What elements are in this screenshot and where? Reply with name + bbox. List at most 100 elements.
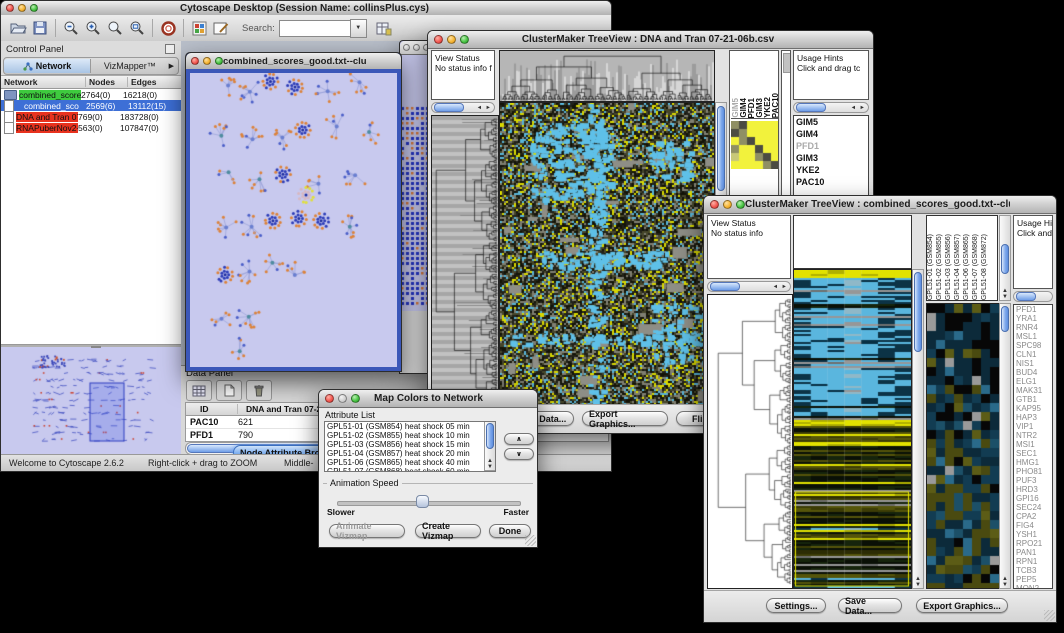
gene-label[interactable]: YRA1 [1014, 314, 1052, 323]
dialog-title-bar[interactable]: Map Colors to Network [319, 390, 537, 408]
treeview2-status-scrollbar[interactable]: ◄ ► [707, 281, 791, 292]
gene-label[interactable]: YSH1 [1014, 530, 1052, 539]
minimize-button[interactable] [203, 57, 211, 65]
minimize-button[interactable] [447, 35, 456, 44]
close-button[interactable] [434, 35, 443, 44]
network-row[interactable]: DNA and Tran 07 769(0) 183728(0) [1, 111, 181, 122]
attribute-list-item[interactable]: GPL51-06 (GSM865) heat shock 40 min [325, 458, 495, 467]
treeview2-zoom-slider[interactable] [1013, 291, 1053, 302]
gene-label[interactable]: PAC10 [794, 176, 868, 188]
zoom-button[interactable] [30, 4, 38, 12]
gene-label[interactable]: MSI1 [1014, 440, 1052, 449]
delete-attribute-button[interactable] [246, 380, 272, 401]
scroll-right-icon[interactable]: ► [782, 284, 788, 290]
close-button[interactable] [710, 200, 719, 209]
attribute-browser-toolbar-button[interactable] [373, 18, 395, 38]
open-session-button[interactable] [7, 18, 29, 38]
slider-left-icon[interactable]: ◄ [851, 105, 857, 111]
gene-label[interactable]: HRD3 [1014, 485, 1052, 494]
create-vizmap-button[interactable]: Create Vizmap [415, 524, 481, 538]
gene-label[interactable]: BUD4 [1014, 368, 1052, 377]
treeview2-heatmap[interactable] [793, 269, 912, 589]
vscrollbar-thumb[interactable] [1001, 244, 1009, 274]
column-nodes[interactable]: Nodes [86, 77, 128, 87]
zoom-out-button[interactable] [60, 18, 82, 38]
close-button[interactable] [325, 394, 334, 403]
minimize-button[interactable] [18, 4, 26, 12]
treeview2-title-bar[interactable]: ClusterMaker TreeView : combined_scores_… [704, 196, 1056, 214]
animation-speed-slider-track[interactable] [337, 501, 521, 506]
scroll-left-icon[interactable]: ◄ [773, 284, 779, 290]
search-input[interactable] [279, 20, 350, 37]
scrollbar-thumb[interactable] [434, 103, 464, 112]
scroll-left-icon[interactable]: ◄ [477, 105, 483, 111]
gene-label[interactable]: GIM3 [794, 152, 868, 164]
treeview1-column-dendrogram[interactable] [499, 50, 715, 102]
save-data-button[interactable]: Save Data... [838, 598, 902, 613]
gene-label[interactable]: KAP95 [1014, 404, 1052, 413]
gene-label[interactable]: NTR2 [1014, 431, 1052, 440]
gene-label[interactable]: CLN1 [1014, 350, 1052, 359]
zoom-in-button[interactable] [82, 18, 104, 38]
scroll-down-icon[interactable]: ▼ [915, 582, 921, 588]
thin-scrollbar-thumb[interactable] [783, 53, 791, 73]
gene-label[interactable]: VIP1 [1014, 422, 1052, 431]
vscrollbar-thumb[interactable] [486, 423, 494, 449]
float-panel-icon[interactable] [165, 44, 175, 54]
gene-label[interactable]: PFD1 [794, 140, 868, 152]
zoom-actual-button[interactable] [104, 18, 126, 38]
network-row[interactable]: RNAPuberNov2+ 563(0) 107847(0) [1, 122, 181, 133]
gene-label[interactable]: PEP5 [1014, 575, 1052, 584]
tab-network[interactable]: Network [4, 59, 91, 73]
close-button[interactable] [6, 4, 14, 12]
network-overview-canvas[interactable] [2, 349, 180, 453]
gene-label[interactable]: PHO81 [1014, 467, 1052, 476]
gene-label[interactable]: SEC24 [1014, 503, 1052, 512]
treeview1-zoom-slider[interactable]: ◄ ► [793, 102, 869, 113]
column-network[interactable]: Network [1, 77, 86, 87]
scroll-right-icon[interactable]: ► [486, 105, 492, 111]
vizmapper-button[interactable] [188, 18, 210, 38]
tab-vizmapper[interactable]: VizMapper™ [91, 61, 169, 71]
minimize-button[interactable] [413, 44, 420, 51]
slider-right-icon[interactable]: ► [860, 105, 866, 111]
scroll-down-icon[interactable]: ▼ [1002, 294, 1008, 300]
gene-label[interactable]: GIM4 [794, 128, 868, 140]
treeview1-title-bar[interactable]: ClusterMaker TreeView : DNA and Tran 07-… [428, 31, 873, 49]
column-id[interactable]: ID [186, 404, 238, 414]
resize-grip[interactable] [525, 535, 536, 546]
minimize-button[interactable] [723, 200, 732, 209]
zoom-button[interactable] [460, 35, 469, 44]
vscrollbar-thumb[interactable] [1001, 306, 1009, 332]
close-button[interactable] [403, 44, 410, 51]
create-attribute-button[interactable] [216, 380, 242, 401]
network-graph-canvas[interactable] [190, 73, 397, 367]
gene-label[interactable]: GIM5 [794, 116, 868, 128]
attribute-list-item[interactable]: GPL51-07 (GSM868) heat shock 60 min [325, 467, 495, 472]
animation-speed-slider-thumb[interactable] [416, 495, 429, 508]
close-button[interactable] [191, 57, 199, 65]
attribute-list-item[interactable]: GPL51-04 (GSM857) heat shock 20 min [325, 449, 495, 458]
scrollbar-thumb[interactable] [710, 282, 740, 291]
gene-label[interactable]: TCB3 [1014, 566, 1052, 575]
resize-grip[interactable] [1044, 610, 1055, 621]
scroll-down-icon[interactable]: ▼ [487, 464, 493, 470]
slider-thumb[interactable] [1016, 292, 1036, 301]
gene-label[interactable]: GPI16 [1014, 494, 1052, 503]
attribute-list-item[interactable]: GPL51-02 (GSM855) heat shock 10 min [325, 431, 495, 440]
treeview2-vscrollbar[interactable]: ▲▼ [912, 269, 924, 589]
annotation-button[interactable] [210, 18, 232, 38]
gene-label[interactable]: HAP3 [1014, 413, 1052, 422]
export-graphics-button[interactable]: Export Graphics... [582, 411, 668, 426]
network-view-title-bar[interactable]: combined_scores_good.txt--cluste... [186, 53, 401, 70]
gene-label[interactable]: YKE2 [794, 164, 868, 176]
treeview1-row-dendrogram[interactable] [431, 115, 499, 405]
network-row[interactable]: combined_sco 2569(6) 13112(15) [1, 100, 181, 111]
gene-label[interactable]: MSL1 [1014, 332, 1052, 341]
scroll-down-icon[interactable]: ▼ [1002, 582, 1008, 588]
gene-label[interactable]: HMG1 [1014, 458, 1052, 467]
vscrollbar-thumb[interactable] [717, 106, 725, 191]
gene-label[interactable]: RNR4 [1014, 323, 1052, 332]
save-session-button[interactable] [29, 18, 51, 38]
animate-vizmap-button[interactable]: Animate Vizmap [329, 524, 405, 538]
